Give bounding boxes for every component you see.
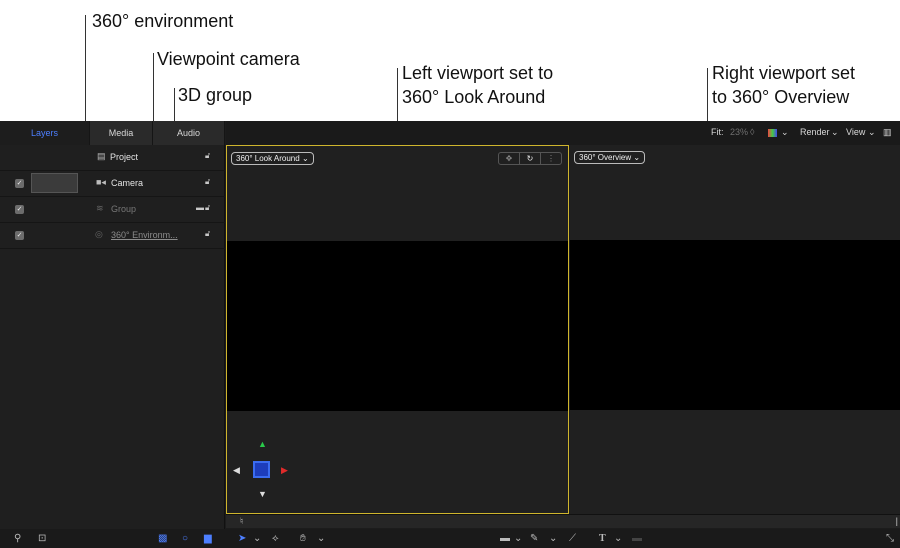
search-icon[interactable]: ⚲ [14, 534, 21, 544]
callout-3d-group: 3D group [178, 85, 253, 105]
chevron-down-icon: ⌄ [633, 153, 641, 162]
layer-row-project[interactable]: ▤ Project 🔓︎ [0, 145, 225, 171]
camera-visibility-checkbox[interactable]: ✓ [15, 179, 24, 188]
gizmo-down-icon[interactable]: ▼ [258, 490, 267, 499]
lock-icon[interactable]: 🔓︎ [205, 229, 210, 239]
playhead-icon[interactable]: ♮ [240, 516, 243, 527]
left-viewport-mode-dropdown[interactable]: 360° Look Around ⌄ [231, 152, 314, 165]
text-tool-icon[interactable]: T [599, 534, 606, 544]
mini-timeline[interactable]: ♮ | [226, 514, 900, 528]
chevron-down-icon: ⌄ [301, 154, 309, 163]
layer-name-camera: Camera [111, 178, 144, 188]
rotate-icon[interactable]: ↻ [520, 153, 541, 164]
layer-name-360-environment: 360° Environm... [111, 230, 178, 240]
more-icon[interactable]: ⋮ [541, 153, 561, 164]
page-icon: ▤ [97, 151, 106, 161]
tab-audio[interactable]: Audio [153, 121, 225, 145]
callout-left-viewport-line1: Left viewport set to [402, 63, 554, 83]
fit-stepper-icon[interactable]: ◊ [750, 127, 754, 137]
right-viewport-mode-dropdown[interactable]: 360° Overview ⌄ [574, 151, 646, 164]
viewport-canvas [227, 241, 568, 411]
channels-icon[interactable] [768, 129, 777, 137]
gizmo-up-icon[interactable]: ▲ [258, 440, 267, 449]
layers-panel: Layers Media Audio ▤ Project 🔓︎ ✓ ■◂ Cam… [0, 121, 225, 548]
end-marker-icon[interactable]: | [896, 516, 898, 526]
move-icon[interactable]: ✥ [499, 153, 520, 164]
layer-name-group: Group [111, 204, 137, 214]
3d-transform-icon[interactable]: ⟡ [272, 534, 279, 544]
layer-row-360-environment[interactable]: ✓ ◎ 360° Environm... 🔓︎ [0, 223, 225, 249]
bottom-toolbar: ⚲ ⊡ ▩ ○ ▆ ➤ ⌄ ⟡ ✋︎ ⌄ ▬ ⌄ ✎ ⌄ ⟋ T ⌄ ▬ ⤡ [0, 529, 900, 548]
layer-row-camera[interactable]: ✓ ■◂ Camera 🔓︎ [0, 171, 225, 197]
tab-media[interactable]: Media [90, 121, 153, 145]
viewport-tools: ✥ ↻ ⋮ [498, 152, 562, 165]
fit-zoom-value[interactable]: 23% [730, 127, 748, 137]
right-viewport[interactable]: 360° Overview ⌄ [570, 145, 900, 514]
callout-right-viewport-line1: Right viewport set [712, 63, 856, 83]
chevron-down-icon[interactable]: ⌄ [317, 534, 325, 544]
group-icon: ≋ [96, 203, 104, 213]
layer-name-project: Project [110, 152, 139, 162]
viewport-canvas [570, 240, 900, 410]
gizmo-right-icon[interactable]: ▶ [281, 466, 288, 475]
environment-visibility-checkbox[interactable]: ✓ [15, 231, 24, 240]
tab-layers[interactable]: Layers [0, 121, 90, 145]
circle-icon[interactable]: ○ [182, 534, 188, 544]
chevron-down-icon[interactable]: ⌄ [549, 534, 557, 544]
right-viewport-mode-label: 360° Overview [579, 153, 632, 162]
motion-app-window: Layers Media Audio ▤ Project 🔓︎ ✓ ■◂ Cam… [0, 121, 900, 548]
callout-viewpoint-camera: Viewpoint camera [157, 49, 300, 69]
callout-360-environment: 360° environment [92, 11, 234, 31]
rectangle-icon[interactable]: ▬ [500, 534, 510, 544]
chevron-down-icon[interactable]: ⌄ [614, 534, 622, 544]
paint-stroke-icon[interactable]: ⟋ [569, 534, 576, 544]
group-visibility-checkbox[interactable]: ✓ [15, 205, 24, 214]
lock-icon[interactable]: 🔓︎ [205, 151, 210, 161]
gizmo-left-icon[interactable]: ◀ [233, 466, 240, 475]
layers-icon[interactable]: ▆ [204, 534, 212, 544]
sphere-icon: ◎ [95, 229, 103, 239]
expand-icon[interactable]: ⤡ [886, 534, 894, 544]
camera-icon: ■◂ [96, 177, 106, 187]
layer-row-group[interactable]: ✓ ≋ Group ▬ 🔓︎ [0, 197, 225, 223]
grid-icon[interactable]: ▩ [158, 534, 167, 544]
pen-icon[interactable]: ✎ [530, 534, 538, 544]
chevron-down-icon[interactable]: ⌄ [514, 534, 522, 544]
chevron-down-icon[interactable]: ⌄ [831, 127, 839, 138]
left-viewport-mode-label: 360° Look Around [236, 154, 300, 163]
mask-icon[interactable]: ▬ [632, 534, 642, 544]
chevron-down-icon[interactable]: ⌄ [868, 127, 876, 138]
render-menu[interactable]: Render [800, 127, 830, 137]
canvas-toolbar: Fit: 23% ◊ ⌄ Render ⌄ View ⌄ ▥ [226, 121, 900, 145]
lock-icon[interactable]: 🔓︎ [205, 203, 210, 213]
gizmo-center-icon[interactable] [253, 461, 270, 478]
viewport-layout-icon[interactable]: ▥ [883, 127, 892, 138]
3d-group-icon: ▬ [196, 203, 204, 212]
callout-right-viewport-line2: to 360° Overview [712, 87, 850, 107]
panel-tabs: Layers Media Audio [0, 121, 225, 145]
lock-icon[interactable]: 🔓︎ [205, 177, 210, 187]
camera-thumbnail [31, 173, 78, 193]
left-viewport[interactable]: 360° Look Around ⌄ ✥ ↻ ⋮ ▲ ◀ ▶ ▼ [226, 145, 569, 514]
fit-label: Fit: [711, 127, 724, 137]
callout-left-viewport-line2: 360° Look Around [402, 87, 546, 107]
view-menu[interactable]: View [846, 127, 865, 137]
select-arrow-icon[interactable]: ➤ [238, 534, 246, 544]
chevron-down-icon[interactable]: ⌄ [253, 534, 261, 544]
add-layer-icon[interactable]: ⊡ [38, 534, 46, 544]
chevron-down-icon[interactable]: ⌄ [781, 127, 789, 138]
hand-icon[interactable]: ✋︎ [300, 534, 306, 544]
